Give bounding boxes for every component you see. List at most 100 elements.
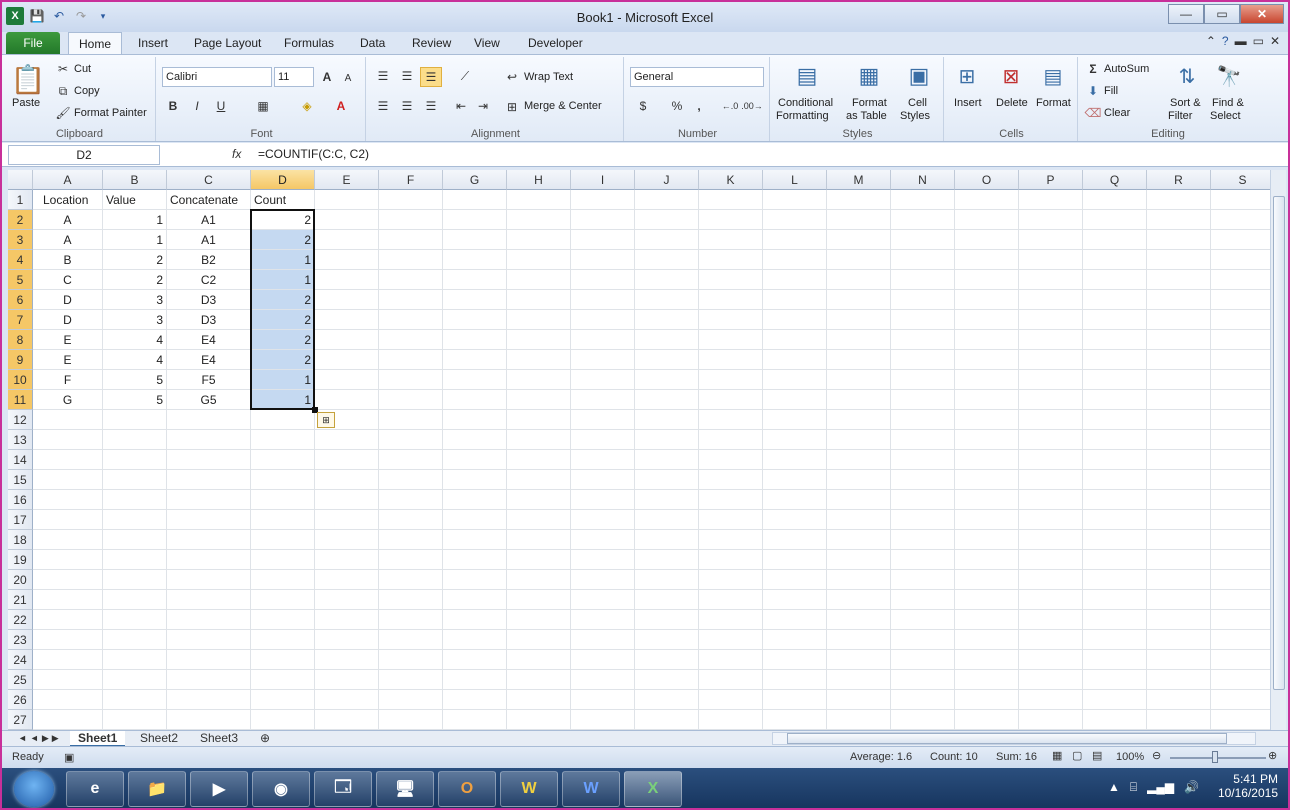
- cell-o5[interactable]: [955, 270, 1019, 290]
- cell-o11[interactable]: [955, 390, 1019, 410]
- cell-a11[interactable]: G: [33, 390, 103, 410]
- cell-b5[interactable]: 2: [103, 270, 167, 290]
- row-header-4[interactable]: 4: [8, 250, 33, 270]
- cell-p19[interactable]: [1019, 550, 1083, 570]
- help-icon[interactable]: ?: [1222, 34, 1229, 48]
- cell-m1[interactable]: [827, 190, 891, 210]
- decrease-indent-icon[interactable]: ⇤: [452, 97, 470, 115]
- cell-q6[interactable]: [1083, 290, 1147, 310]
- workbook-close-icon[interactable]: ✕: [1270, 34, 1280, 48]
- cell-styles-icon[interactable]: ▣: [904, 61, 934, 91]
- row-header-26[interactable]: 26: [8, 690, 33, 710]
- cell-k7[interactable]: [699, 310, 763, 330]
- align-center-icon[interactable]: ☰: [398, 97, 416, 115]
- workbook-minimize-icon[interactable]: ▬: [1235, 34, 1247, 48]
- cell-q24[interactable]: [1083, 650, 1147, 670]
- cell-g23[interactable]: [443, 630, 507, 650]
- cell-o21[interactable]: [955, 590, 1019, 610]
- cell-g6[interactable]: [443, 290, 507, 310]
- cell-d1[interactable]: Count: [251, 190, 315, 210]
- cell-q16[interactable]: [1083, 490, 1147, 510]
- row-header-23[interactable]: 23: [8, 630, 33, 650]
- cell-b22[interactable]: [103, 610, 167, 630]
- cell-q5[interactable]: [1083, 270, 1147, 290]
- cell-o19[interactable]: [955, 550, 1019, 570]
- cell-n22[interactable]: [891, 610, 955, 630]
- cell-q11[interactable]: [1083, 390, 1147, 410]
- cell-k17[interactable]: [699, 510, 763, 530]
- cell-l17[interactable]: [763, 510, 827, 530]
- cell-p9[interactable]: [1019, 350, 1083, 370]
- cell-e9[interactable]: [315, 350, 379, 370]
- cell-o18[interactable]: [955, 530, 1019, 550]
- increase-indent-icon[interactable]: ⇥: [474, 97, 492, 115]
- cell-d26[interactable]: [251, 690, 315, 710]
- cell-i11[interactable]: [571, 390, 635, 410]
- cell-r15[interactable]: [1147, 470, 1211, 490]
- cell-a16[interactable]: [33, 490, 103, 510]
- cell-b17[interactable]: [103, 510, 167, 530]
- cell-m3[interactable]: [827, 230, 891, 250]
- delete-cells-icon[interactable]: ⊠: [996, 61, 1026, 91]
- copy-button[interactable]: Copy: [74, 85, 100, 97]
- cell-j1[interactable]: [635, 190, 699, 210]
- cell-q17[interactable]: [1083, 510, 1147, 530]
- cell-e22[interactable]: [315, 610, 379, 630]
- cell-l26[interactable]: [763, 690, 827, 710]
- cell-l8[interactable]: [763, 330, 827, 350]
- cell-s20[interactable]: [1211, 570, 1270, 590]
- cell-p1[interactable]: [1019, 190, 1083, 210]
- cell-e23[interactable]: [315, 630, 379, 650]
- clear-button[interactable]: Clear: [1104, 107, 1130, 119]
- vertical-scroll-thumb[interactable]: [1273, 196, 1285, 690]
- cell-g8[interactable]: [443, 330, 507, 350]
- cell-f2[interactable]: [379, 210, 443, 230]
- cell-c14[interactable]: [167, 450, 251, 470]
- minimize-ribbon-icon[interactable]: ⌃: [1206, 34, 1216, 48]
- wrap-text-button[interactable]: Wrap Text: [524, 71, 573, 83]
- column-header-d[interactable]: D: [251, 170, 315, 190]
- cell-s17[interactable]: [1211, 510, 1270, 530]
- cell-o26[interactable]: [955, 690, 1019, 710]
- cell-q15[interactable]: [1083, 470, 1147, 490]
- zoom-out-icon[interactable]: ⊖: [1152, 749, 1161, 762]
- cell-o8[interactable]: [955, 330, 1019, 350]
- cell-n14[interactable]: [891, 450, 955, 470]
- cell-q21[interactable]: [1083, 590, 1147, 610]
- cell-e20[interactable]: [315, 570, 379, 590]
- cell-b26[interactable]: [103, 690, 167, 710]
- cell-c4[interactable]: B2: [167, 250, 251, 270]
- cell-g9[interactable]: [443, 350, 507, 370]
- cell-i1[interactable]: [571, 190, 635, 210]
- cell-p8[interactable]: [1019, 330, 1083, 350]
- cell-f4[interactable]: [379, 250, 443, 270]
- cell-n5[interactable]: [891, 270, 955, 290]
- normal-view-icon[interactable]: ▦: [1052, 749, 1062, 762]
- name-box[interactable]: D2: [8, 145, 160, 165]
- cell-styles-button[interactable]: Cell: [908, 97, 927, 109]
- cell-j2[interactable]: [635, 210, 699, 230]
- increase-decimal-icon[interactable]: ←.0: [720, 97, 740, 115]
- cell-i24[interactable]: [571, 650, 635, 670]
- row-header-20[interactable]: 20: [8, 570, 33, 590]
- cell-g24[interactable]: [443, 650, 507, 670]
- cell-d16[interactable]: [251, 490, 315, 510]
- cell-i16[interactable]: [571, 490, 635, 510]
- cell-b4[interactable]: 2: [103, 250, 167, 270]
- column-header-c[interactable]: C: [167, 170, 251, 190]
- row-header-9[interactable]: 9: [8, 350, 33, 370]
- cell-d27[interactable]: [251, 710, 315, 730]
- format-as-table-icon[interactable]: ▦: [854, 61, 884, 91]
- cell-b27[interactable]: [103, 710, 167, 730]
- cell-r27[interactable]: [1147, 710, 1211, 730]
- cell-j17[interactable]: [635, 510, 699, 530]
- cell-e11[interactable]: [315, 390, 379, 410]
- cell-o9[interactable]: [955, 350, 1019, 370]
- cell-f7[interactable]: [379, 310, 443, 330]
- cell-m22[interactable]: [827, 610, 891, 630]
- cell-f5[interactable]: [379, 270, 443, 290]
- row-header-13[interactable]: 13: [8, 430, 33, 450]
- cell-e25[interactable]: [315, 670, 379, 690]
- cell-p20[interactable]: [1019, 570, 1083, 590]
- row-header-8[interactable]: 8: [8, 330, 33, 350]
